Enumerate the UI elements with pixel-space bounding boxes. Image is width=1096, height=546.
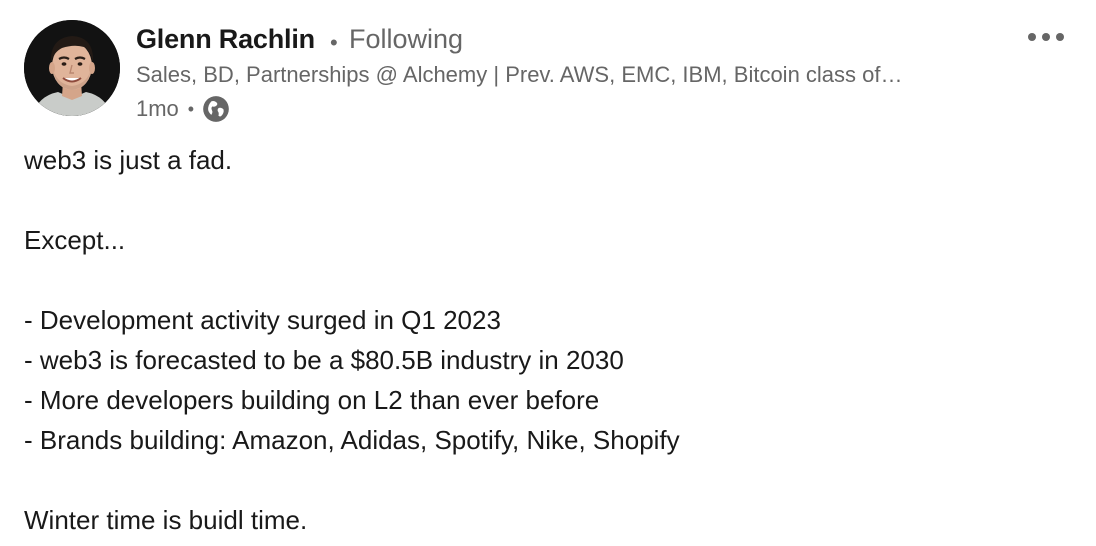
feed-post: Glenn Rachlin • Following Sales, BD, Par… — [0, 0, 1096, 546]
bullet-item: - Brands building: Amazon, Adidas, Spoti… — [24, 425, 680, 455]
ellipsis-icon — [1042, 33, 1050, 41]
ellipsis-icon — [1056, 33, 1064, 41]
post-timestamp[interactable]: 1mo — [136, 96, 179, 122]
name-separator: • — [330, 30, 338, 55]
more-options-button[interactable] — [1018, 22, 1074, 52]
bullet-item: - More developers building on L2 than ev… — [24, 385, 600, 415]
person-photo-icon — [24, 20, 120, 116]
post-text-line: web3 is just a fad. — [24, 145, 233, 175]
bullet-item: - Development activity surged in Q1 2023 — [24, 305, 501, 335]
ellipsis-icon — [1028, 33, 1036, 41]
author-headline[interactable]: Sales, BD, Partnerships @ Alchemy | Prev… — [136, 62, 1006, 88]
post-text-line: Winter time is buidl time. — [24, 505, 308, 535]
globe-icon — [202, 95, 230, 123]
post-meta: 1mo • — [136, 94, 230, 124]
post-body: web3 is just a fad. Except... - Developm… — [24, 140, 1074, 540]
post-text-line: Except... — [24, 225, 126, 255]
author-name[interactable]: Glenn Rachlin — [136, 24, 315, 55]
follow-status[interactable]: Following — [349, 24, 463, 55]
author-avatar[interactable] — [24, 20, 120, 116]
bullet-item: - web3 is forecasted to be a $80.5B indu… — [24, 345, 624, 375]
meta-separator: • — [187, 98, 195, 119]
